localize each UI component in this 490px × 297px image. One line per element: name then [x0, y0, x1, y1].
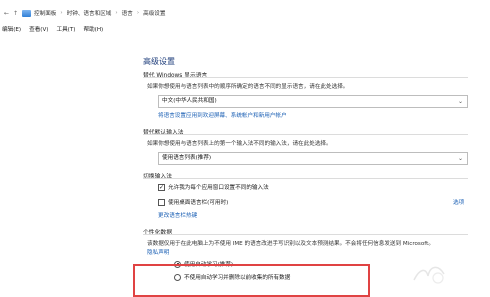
section-divider: [143, 77, 468, 78]
personalization-desc: 该数据仅用于在此电脑上为不使用 IME 的语言改进手写识别以及文本预测结果。不会…: [147, 241, 434, 247]
menu-bar: 编辑(E) 查看(V) 工具(T) 帮助(H): [2, 25, 103, 33]
chevron-right-icon: ›: [60, 10, 63, 16]
desktop-language-bar-checkbox[interactable]: [158, 198, 165, 206]
per-app-input-checkbox[interactable]: ✓: [158, 183, 165, 191]
up-arrow-icon[interactable]: ↑: [11, 10, 20, 17]
menu-help[interactable]: 帮助(H): [83, 25, 103, 33]
input-method-select[interactable]: 使用语言列表(推荐) ⌄: [158, 152, 468, 165]
per-app-input-label: 允许我为每个应用窗口设置不同的输入法: [168, 185, 269, 191]
menu-tools[interactable]: 工具(T): [56, 25, 75, 33]
display-language-desc: 如果你想使用与语言列表中的顺序所确定的语言不同的显示语言，请在此处选择。: [147, 84, 349, 90]
change-hotkeys-link[interactable]: 更改语言栏热键: [158, 211, 197, 219]
chevron-down-icon: ⌄: [457, 98, 463, 105]
language-bar-options-link[interactable]: 选项: [453, 198, 464, 206]
highlight-frame: [133, 264, 370, 297]
back-arrow-icon[interactable]: ←: [2, 10, 11, 17]
section-divider: [143, 178, 468, 179]
address-bar: ← ↑ 控制面板 › 时钟、语言和区域 › 语言 › 高级设置: [0, 0, 490, 26]
menu-view[interactable]: 查看(V): [29, 25, 48, 33]
chevron-right-icon: ›: [136, 10, 140, 16]
input-method-desc: 如果你想使用与语言列表上的第一个输入法不同的输入法，请在此处选择。: [147, 141, 332, 147]
desktop-language-bar-option[interactable]: 使用桌面语言栏(可用时): [158, 198, 228, 206]
breadcrumb-control-panel[interactable]: 控制面板: [34, 9, 56, 17]
chevron-right-icon: ›: [115, 10, 118, 16]
breadcrumb-language[interactable]: 语言: [122, 9, 133, 17]
display-language-select[interactable]: 中文(中华人民共和国) ⌄: [158, 95, 468, 108]
privacy-statement-link[interactable]: 隐私声明: [147, 248, 169, 256]
breadcrumb-clock-language-region[interactable]: 时钟、语言和区域: [67, 9, 112, 17]
chevron-down-icon: ⌄: [457, 155, 463, 162]
desktop-language-bar-label: 使用桌面语言栏(可用时): [168, 200, 229, 206]
menu-edit[interactable]: 编辑(E): [2, 25, 21, 33]
apply-welcome-screen-link[interactable]: 将语言设置应用到欢迎屏幕、系统帐户和新用户帐户: [158, 111, 287, 119]
page-title: 高级设置: [143, 57, 175, 66]
section-divider: [143, 134, 468, 135]
watermark-icon: [413, 266, 445, 284]
input-method-value: 使用语言列表(推荐): [162, 155, 212, 161]
breadcrumb-advanced-settings[interactable]: 高级设置: [143, 9, 165, 17]
section-divider: [143, 234, 468, 235]
display-language-value: 中文(中华人民共和国): [162, 98, 217, 104]
control-panel-icon: [22, 9, 31, 17]
per-app-input-option[interactable]: ✓ 允许我为每个应用窗口设置不同的输入法: [158, 183, 269, 191]
